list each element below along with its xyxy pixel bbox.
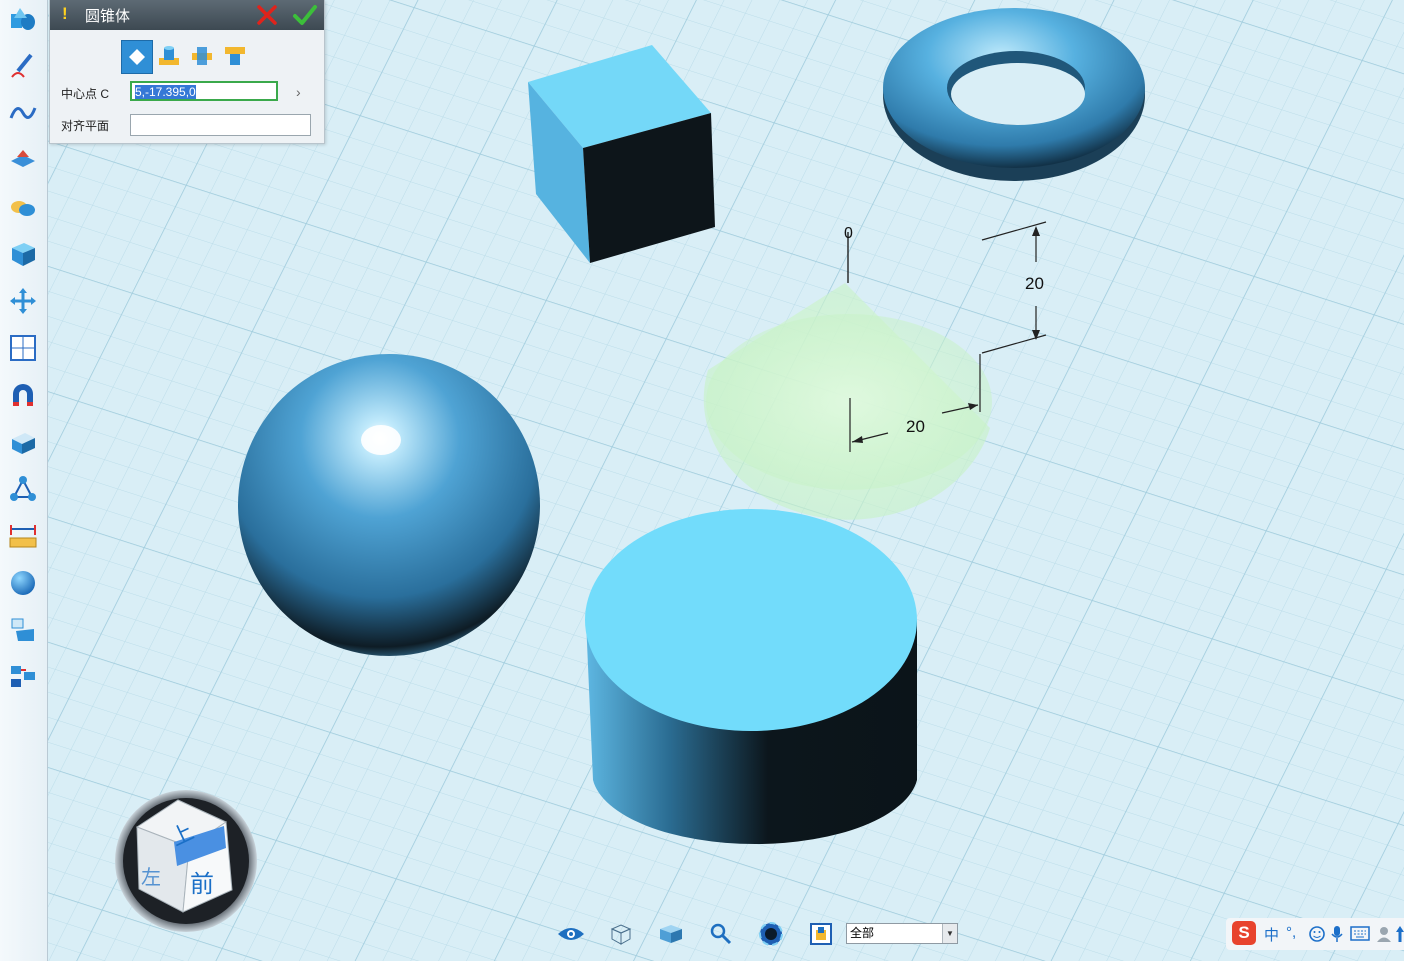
center-point-value: 5,-17.395,0 bbox=[135, 85, 196, 99]
zoom-button[interactable] bbox=[706, 920, 736, 948]
combine-icon bbox=[12, 433, 35, 454]
manage-icon bbox=[11, 666, 35, 687]
magnet-icon bbox=[13, 384, 33, 406]
cylinder-middle-icon bbox=[192, 47, 212, 65]
insert-button[interactable] bbox=[4, 611, 42, 649]
manage-button[interactable] bbox=[4, 658, 42, 696]
radius-dim-label: 20 bbox=[906, 417, 925, 436]
layer-select-value: 全部 bbox=[850, 926, 875, 940]
keyboard-icon[interactable] bbox=[1350, 926, 1370, 941]
eye-icon bbox=[558, 928, 584, 940]
curve-button[interactable] bbox=[4, 94, 42, 132]
user-settings-icon[interactable] bbox=[1376, 925, 1394, 943]
center-label: 中心点 C bbox=[61, 87, 110, 101]
curve-icon bbox=[9, 107, 37, 119]
group-button[interactable] bbox=[4, 470, 42, 508]
group-nodes-icon bbox=[10, 476, 36, 501]
ime-toolbar: S 中 °, bbox=[1226, 918, 1404, 950]
align-plane-input[interactable] bbox=[130, 114, 311, 136]
render-button[interactable] bbox=[756, 920, 786, 948]
center-point-input[interactable]: 5,-17.395,0 bbox=[130, 81, 278, 101]
mode-base-button[interactable] bbox=[154, 40, 184, 72]
special-feature-icon bbox=[11, 201, 35, 216]
microphone-icon[interactable] bbox=[1330, 925, 1344, 943]
arrow-up-icon[interactable] bbox=[1396, 925, 1404, 943]
layer-select[interactable]: 全部 ▼ bbox=[846, 923, 958, 944]
material-button[interactable] bbox=[4, 564, 42, 602]
basic-solids-icon bbox=[11, 8, 35, 30]
align-plane-label: 对齐平面 bbox=[61, 119, 110, 133]
aperture-icon bbox=[759, 922, 783, 946]
sphere-solid[interactable] bbox=[238, 354, 540, 656]
cancel-button[interactable] bbox=[255, 3, 279, 27]
ime-punct-toggle[interactable]: °, bbox=[1286, 924, 1296, 941]
mode-top-button[interactable] bbox=[220, 40, 250, 72]
cone-dialog: ! 圆锥体 中心点 C 5,-17.395,0 › 对齐平面 bbox=[49, 0, 325, 144]
cylinder-base-icon bbox=[159, 46, 179, 65]
warning-icon: ! bbox=[62, 4, 68, 23]
torus-solid[interactable] bbox=[883, 8, 1145, 181]
feature-button[interactable] bbox=[4, 141, 42, 179]
left-toolbar bbox=[0, 0, 48, 961]
diamond-icon bbox=[129, 49, 145, 65]
mode-point-button[interactable] bbox=[121, 40, 153, 74]
view-cube[interactable]: 上 前 左 bbox=[115, 790, 257, 932]
measure-button[interactable] bbox=[4, 517, 42, 555]
wireframe-cube-icon bbox=[610, 924, 632, 945]
view-cube-front: 前 bbox=[190, 870, 214, 898]
layer-button[interactable] bbox=[806, 920, 836, 948]
emoji-icon[interactable] bbox=[1308, 925, 1326, 943]
move-arrows-icon bbox=[10, 288, 36, 314]
mode-middle-button[interactable] bbox=[187, 40, 217, 72]
close-icon bbox=[257, 5, 277, 25]
checkmark-icon bbox=[293, 5, 317, 25]
special-feature-button[interactable] bbox=[4, 188, 42, 226]
chevron-down-icon: ▼ bbox=[942, 924, 957, 943]
dialog-titlebar: ! 圆锥体 bbox=[50, 0, 324, 30]
ime-lang-toggle[interactable]: 中 bbox=[1264, 924, 1279, 945]
view-cube-left: 左 bbox=[141, 865, 161, 889]
feature-icon bbox=[11, 150, 35, 167]
layer-box-icon bbox=[810, 923, 832, 945]
magnifier-icon bbox=[710, 923, 732, 945]
dialog-title: 圆锥体 bbox=[85, 8, 131, 25]
cylinder-solid[interactable] bbox=[585, 509, 917, 845]
sketch-draw-button[interactable] bbox=[4, 47, 42, 85]
array-icon bbox=[10, 335, 36, 361]
view-toggle-button[interactable] bbox=[556, 920, 586, 948]
combine-button[interactable] bbox=[4, 423, 42, 461]
sphere-icon bbox=[11, 571, 35, 595]
shaded-cube-icon bbox=[660, 925, 682, 943]
adsorb-button[interactable] bbox=[4, 376, 42, 414]
height-dim-label: 20 bbox=[1025, 274, 1044, 293]
array-button[interactable] bbox=[4, 329, 42, 367]
3d-viewport[interactable]: 0 20 20 上 前 左 bbox=[0, 0, 1404, 961]
ruler-icon bbox=[9, 525, 37, 548]
expand-arrow-icon[interactable]: › bbox=[296, 84, 301, 100]
cylinder-top-icon bbox=[225, 47, 245, 65]
wireframe-button[interactable] bbox=[606, 920, 636, 948]
confirm-button[interactable] bbox=[292, 3, 318, 27]
edit-solid-button[interactable] bbox=[4, 235, 42, 273]
cone-apex-label: 0 bbox=[844, 225, 853, 242]
box-icon bbox=[12, 243, 35, 266]
move-button[interactable] bbox=[4, 282, 42, 320]
shaded-view-button[interactable] bbox=[656, 920, 686, 948]
basic-solids-button[interactable] bbox=[4, 0, 42, 38]
ime-logo-icon[interactable]: S bbox=[1232, 921, 1256, 945]
pencil-icon bbox=[11, 53, 33, 78]
insert-icon bbox=[11, 618, 34, 641]
